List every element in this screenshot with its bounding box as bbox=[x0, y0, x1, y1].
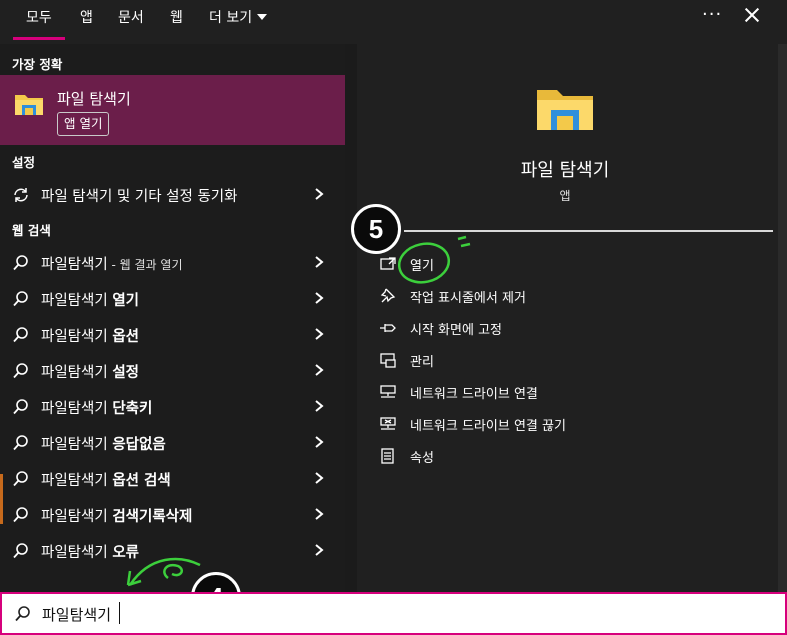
annotation-overlay bbox=[126, 235, 471, 587]
search-input[interactable] bbox=[42, 600, 642, 628]
arrow-annotation bbox=[126, 557, 201, 587]
search-box[interactable] bbox=[0, 592, 787, 635]
search-icon bbox=[15, 606, 30, 622]
text-cursor bbox=[119, 602, 120, 624]
step-badge-5: 5 bbox=[351, 204, 401, 254]
highlight-ticks bbox=[457, 235, 471, 248]
highlight-circle bbox=[397, 242, 451, 284]
